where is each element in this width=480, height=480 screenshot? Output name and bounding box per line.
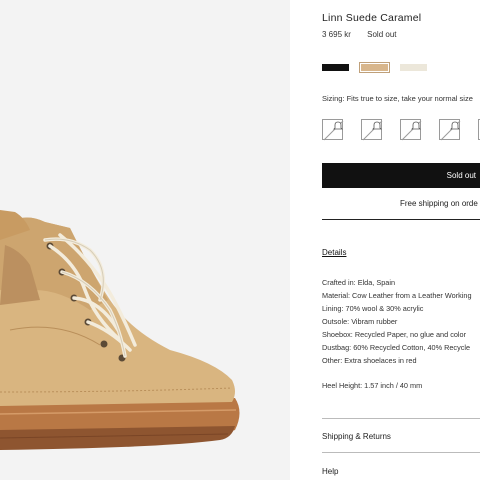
stock-status: Sold out — [367, 30, 397, 39]
divider — [322, 452, 480, 453]
product-details-pane: Linn Suede Caramel 3 695 kr Sold out Siz… — [290, 0, 480, 480]
size-option-unavailable[interactable] — [400, 119, 422, 141]
color-swatch-black[interactable] — [322, 64, 349, 71]
color-swatch-cream[interactable] — [400, 64, 427, 71]
crossed-bell-icon — [440, 120, 461, 141]
product-title: Linn Suede Caramel — [322, 12, 422, 24]
help-section[interactable]: Help — [322, 467, 338, 476]
spec-line: Crafted in: Elda, Spain — [322, 278, 396, 287]
shipping-returns-section[interactable]: Shipping & Returns — [322, 432, 391, 441]
crossed-bell-icon — [323, 120, 344, 141]
free-shipping-note: Free shipping on orde — [400, 199, 478, 208]
divider — [322, 219, 480, 220]
size-option-unavailable[interactable] — [322, 119, 344, 141]
crossed-bell-icon — [401, 120, 422, 141]
spec-line: Lining: 70% wool & 30% acrylic — [322, 304, 424, 313]
color-swatch-caramel[interactable] — [359, 62, 390, 73]
heel-height: Heel Height: 1.57 inch / 40 mm — [322, 381, 423, 390]
details-tab[interactable]: Details — [322, 248, 346, 257]
product-image — [0, 0, 290, 480]
price-row: 3 695 kr Sold out — [322, 30, 397, 39]
spec-line: Shoebox: Recycled Paper, no glue and col… — [322, 330, 467, 339]
size-option-unavailable[interactable] — [439, 119, 461, 141]
spec-line: Other: Extra shoelaces in red — [322, 356, 417, 365]
sizing-note: Sizing: Fits true to size, take your nor… — [322, 94, 473, 103]
divider — [322, 418, 480, 419]
spec-line: Dustbag: 60% Recycled Cotton, 40% Recycl… — [322, 343, 471, 352]
spec-line: Material: Cow Leather from a Leather Wor… — [322, 291, 472, 300]
crossed-bell-icon — [362, 120, 383, 141]
product-price: 3 695 kr — [322, 30, 351, 39]
size-option-unavailable[interactable] — [361, 119, 383, 141]
boot-illustration — [0, 0, 290, 480]
spec-line: Outsole: Vibram rubber — [322, 317, 398, 326]
sold-out-button[interactable]: Sold out — [322, 163, 480, 188]
